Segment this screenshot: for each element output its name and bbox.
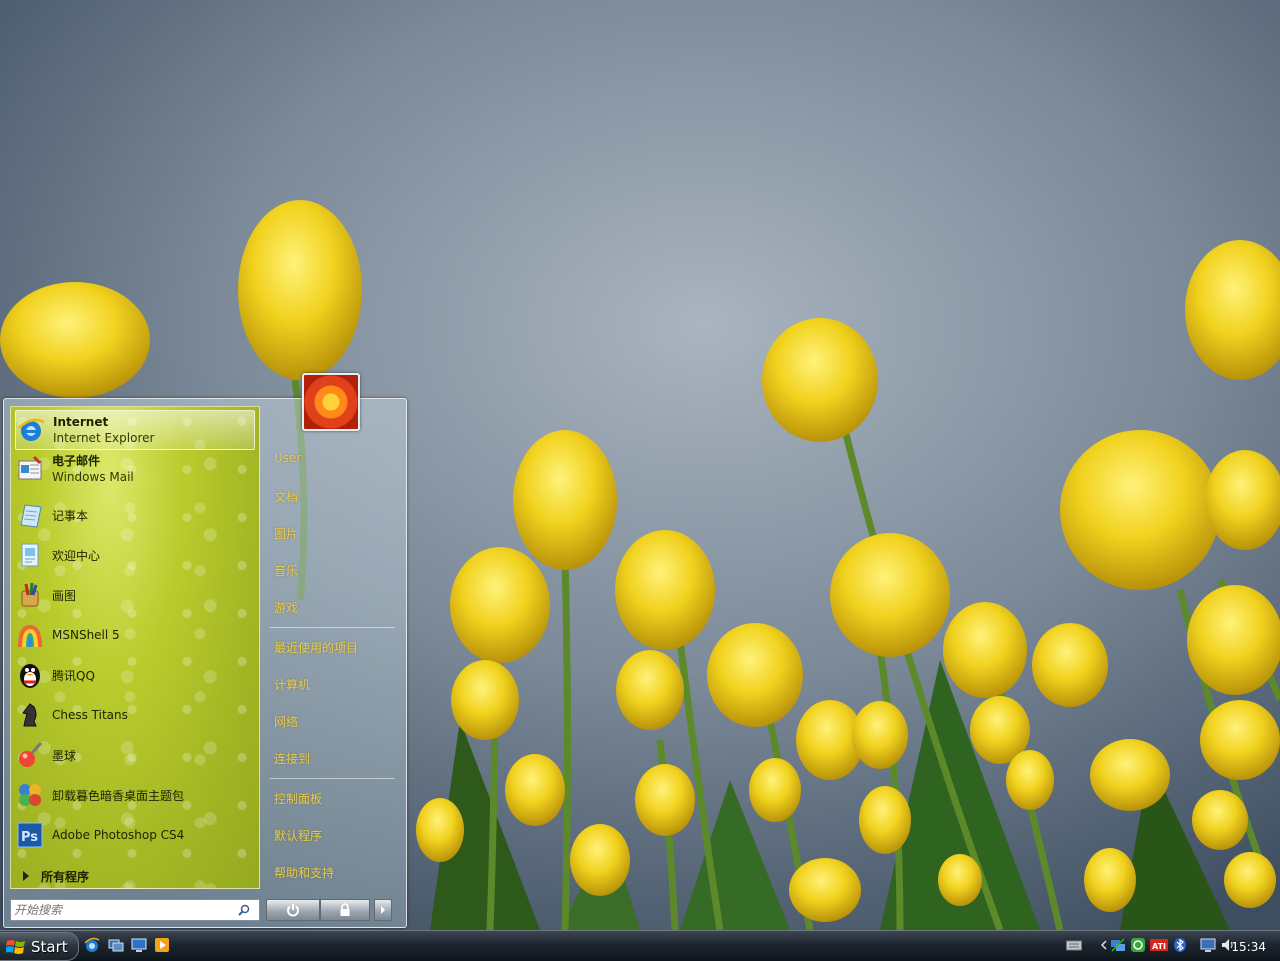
ink-ball-icon (15, 740, 45, 770)
internet-explorer-icon (16, 415, 46, 445)
places-pane: User 文档 图片 音乐 游戏 最近使用的项目 计算机 网络 连接到 控制面板… (262, 406, 402, 887)
windows-flag-icon (6, 939, 25, 954)
lock-icon (340, 903, 350, 916)
power-button[interactable] (266, 899, 320, 921)
notepad-icon (15, 500, 45, 530)
program-item-uninstall-theme[interactable]: 卸载暮色暗香桌面主题包 (15, 776, 253, 814)
clock[interactable]: 15:34 (1231, 940, 1266, 954)
arrow-right-icon (381, 906, 385, 914)
pinned-item-email[interactable]: 电子邮件 Windows Mail (15, 450, 253, 488)
link-documents[interactable]: 文档 (274, 488, 298, 505)
bluetooth-icon[interactable] (1172, 937, 1188, 953)
power-icon (287, 904, 299, 917)
search-icon[interactable] (236, 902, 252, 918)
search-input[interactable] (11, 902, 236, 918)
program-list-pane: Internet Internet Explorer 电子邮件 Windows … (10, 406, 260, 889)
power-controls (266, 899, 394, 921)
program-item-welcome-center[interactable]: 欢迎中心 (15, 536, 253, 574)
media-player-icon[interactable] (154, 937, 170, 953)
shutdown-options-button[interactable] (374, 899, 392, 921)
program-item-label: 墨球 (52, 748, 77, 763)
user-picture[interactable] (302, 373, 360, 431)
separator (270, 627, 395, 628)
program-item-label: 记事本 (52, 508, 89, 523)
svg-text:Ps: Ps (21, 830, 38, 845)
program-item-label: 画图 (52, 588, 77, 603)
program-item-msnshell[interactable]: MSNShell 5 (15, 616, 253, 654)
photoshop-icon: Ps (15, 820, 45, 850)
security-icon[interactable] (1130, 937, 1146, 953)
pinned-item-title: Internet (53, 415, 109, 429)
start-search-box[interactable] (10, 899, 260, 921)
pinned-item-subtitle: Internet Explorer (53, 431, 155, 445)
pinned-item-title: 电子邮件 (52, 454, 101, 468)
internet-explorer-icon[interactable] (84, 937, 100, 953)
all-programs-button[interactable]: 所有程序 (17, 865, 253, 887)
link-help-support[interactable]: 帮助和支持 (274, 864, 334, 881)
paint-icon (15, 580, 45, 610)
network-icon[interactable] (1110, 937, 1126, 953)
svg-text:ATI: ATI (1152, 942, 1166, 951)
link-user[interactable]: User (274, 451, 301, 465)
program-item-label: 腾讯QQ (52, 668, 95, 683)
link-computer[interactable]: 计算机 (274, 676, 310, 693)
program-item-label: Chess Titans (52, 708, 128, 722)
show-desktop-icon[interactable] (131, 937, 147, 953)
taskbar: Start ATI 15:34 (0, 930, 1280, 961)
switch-windows-icon[interactable] (108, 937, 124, 953)
pinned-item-subtitle: Windows Mail (52, 470, 134, 484)
program-item-chess-titans[interactable]: Chess Titans (15, 696, 253, 734)
program-item-photoshop[interactable]: Ps Adobe Photoshop CS4 (15, 816, 253, 854)
link-connect-to[interactable]: 连接到 (274, 750, 310, 767)
program-item-label: 欢迎中心 (52, 548, 101, 563)
qq-penguin-icon (15, 660, 45, 690)
msnshell-icon (15, 620, 45, 650)
keyboard-icon[interactable] (1066, 937, 1082, 953)
chess-knight-icon (15, 700, 45, 730)
link-games[interactable]: 游戏 (274, 599, 298, 616)
all-programs-label: 所有程序 (41, 869, 90, 884)
pinned-item-internet[interactable]: Internet Internet Explorer (15, 410, 255, 450)
separator (270, 778, 395, 779)
arrow-right-icon (23, 871, 29, 881)
link-pictures[interactable]: 图片 (274, 525, 298, 542)
link-control-panel[interactable]: 控制面板 (274, 790, 322, 807)
monitor-icon[interactable] (1200, 937, 1216, 953)
program-item-paint[interactable]: 画图 (15, 576, 253, 614)
program-item-qq[interactable]: 腾讯QQ (15, 656, 253, 694)
link-network[interactable]: 网络 (274, 713, 298, 730)
program-item-notepad[interactable]: 记事本 (15, 496, 253, 534)
start-button[interactable]: Start (0, 932, 79, 961)
link-music[interactable]: 音乐 (274, 562, 298, 579)
lock-button[interactable] (320, 899, 370, 921)
start-menu: Internet Internet Explorer 电子邮件 Windows … (3, 398, 407, 928)
start-label: Start (31, 937, 68, 956)
program-item-label: MSNShell 5 (52, 628, 120, 642)
system-tray: ATI 15:34 (1060, 932, 1280, 959)
link-recent-items[interactable]: 最近使用的项目 (274, 639, 358, 656)
welcome-center-icon (15, 540, 45, 570)
program-item-ink-ball[interactable]: 墨球 (15, 736, 253, 774)
program-item-label: Adobe Photoshop CS4 (52, 828, 185, 842)
ati-icon[interactable]: ATI (1150, 937, 1168, 953)
link-default-programs[interactable]: 默认程序 (274, 827, 322, 844)
installer-icon (15, 780, 45, 810)
windows-mail-icon (15, 454, 45, 484)
program-item-label: 卸载暮色暗香桌面主题包 (52, 788, 185, 803)
